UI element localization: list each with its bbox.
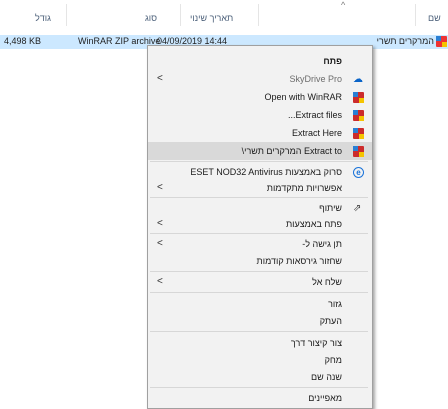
menu-item-open-with[interactable]: < פתח באמצעות [148,215,372,233]
winrar-icon [353,146,364,157]
menu-item-open-with-winrar[interactable]: Open with WinRAR [148,88,372,106]
menu-item-label: אפשרויות מתקדמות [266,183,342,193]
menu-item-label: פתח [323,56,342,66]
column-divider[interactable] [415,4,416,26]
menu-separator [150,161,368,162]
menu-item-label: צור קיצור דרך [290,338,342,348]
share-icon: ⇗ [353,203,362,214]
menu-item-copy[interactable]: העתק [148,312,372,330]
zip-archive-icon [436,36,447,47]
menu-item-label: Open with WinRAR [264,92,342,102]
menu-item-label: שיתוף [319,203,342,213]
chevron-left-icon: < [157,238,163,249]
menu-item-give-access[interactable]: < תן גישה ל- [148,235,372,253]
column-name[interactable]: שם [428,13,441,23]
column-size[interactable]: גודל [35,13,51,23]
menu-item-label: מחק [324,355,342,365]
menu-item-create-shortcut[interactable]: צור קיצור דרך [148,334,372,352]
menu-item-label: גזור [328,299,342,309]
menu-item-label: העתק [319,316,342,326]
chevron-left-icon: < [157,73,163,84]
menu-item-cut[interactable]: גזור [148,295,372,313]
menu-item-rename[interactable]: שנה שם [148,368,372,386]
menu-item-restore-versions[interactable]: שחזור גירסאות קודמות [148,252,372,270]
column-type[interactable]: סוג [145,13,157,23]
menu-item-label: Extract to המרקרים תשרי\ [241,146,342,156]
file-name: המרקרים תשרי [376,36,434,46]
menu-item-delete[interactable]: מחק [148,351,372,369]
menu-item-send-to[interactable]: < שלח אל [148,273,372,291]
column-date-modified[interactable]: תאריך שינוי [190,13,233,23]
winrar-icon [353,128,364,139]
menu-separator [150,233,368,234]
menu-item-label: פתח באמצעות [285,219,342,229]
menu-separator [150,292,368,293]
chevron-left-icon: < [157,276,163,287]
column-divider[interactable] [180,4,181,26]
menu-item-properties[interactable]: מאפיינים [148,389,372,407]
winrar-icon [353,92,364,103]
winrar-icon [353,110,364,121]
column-divider[interactable] [66,4,67,26]
eset-icon: e [353,167,364,178]
menu-item-label: סרוק באמצעות ESET NOD32 Antivirus [190,167,342,177]
menu-item-skydrive-pro[interactable]: < SkyDrive Pro ☁ [148,70,372,88]
menu-separator [150,197,368,198]
sort-ascending-icon: ^ [341,0,346,10]
menu-item-label: מאפיינים [308,393,342,403]
cloud-icon: ☁ [353,74,363,85]
column-divider[interactable] [258,4,259,26]
menu-item-open[interactable]: פתח [148,52,372,70]
menu-item-label: שלח אל [312,277,342,287]
menu-item-extract-files[interactable]: Extract files... [148,106,372,124]
menu-item-label: SkyDrive Pro [289,74,342,84]
menu-item-label: Extract Here [291,128,342,138]
chevron-left-icon: < [157,182,163,193]
menu-item-label: Extract files... [287,110,342,120]
menu-item-extract-to[interactable]: Extract to המרקרים תשרי\ [148,142,372,160]
menu-separator [150,271,368,272]
menu-item-extract-here[interactable]: Extract Here [148,124,372,142]
chevron-left-icon: < [157,218,163,229]
menu-item-advanced-options[interactable]: < אפשרויות מתקדמות [148,179,372,197]
column-header-bar: ^ גודל סוג תאריך שינוי שם [0,0,448,26]
menu-separator [150,387,368,388]
menu-separator [150,331,368,332]
menu-item-label: תן גישה ל- [302,239,342,249]
file-size: 4,498 KB [4,36,42,46]
context-menu: פתח < SkyDrive Pro ☁ Open with WinRAR Ex… [147,45,373,409]
menu-item-label: שחזור גירסאות קודמות [256,256,342,266]
menu-item-label: שנה שם [311,372,342,382]
